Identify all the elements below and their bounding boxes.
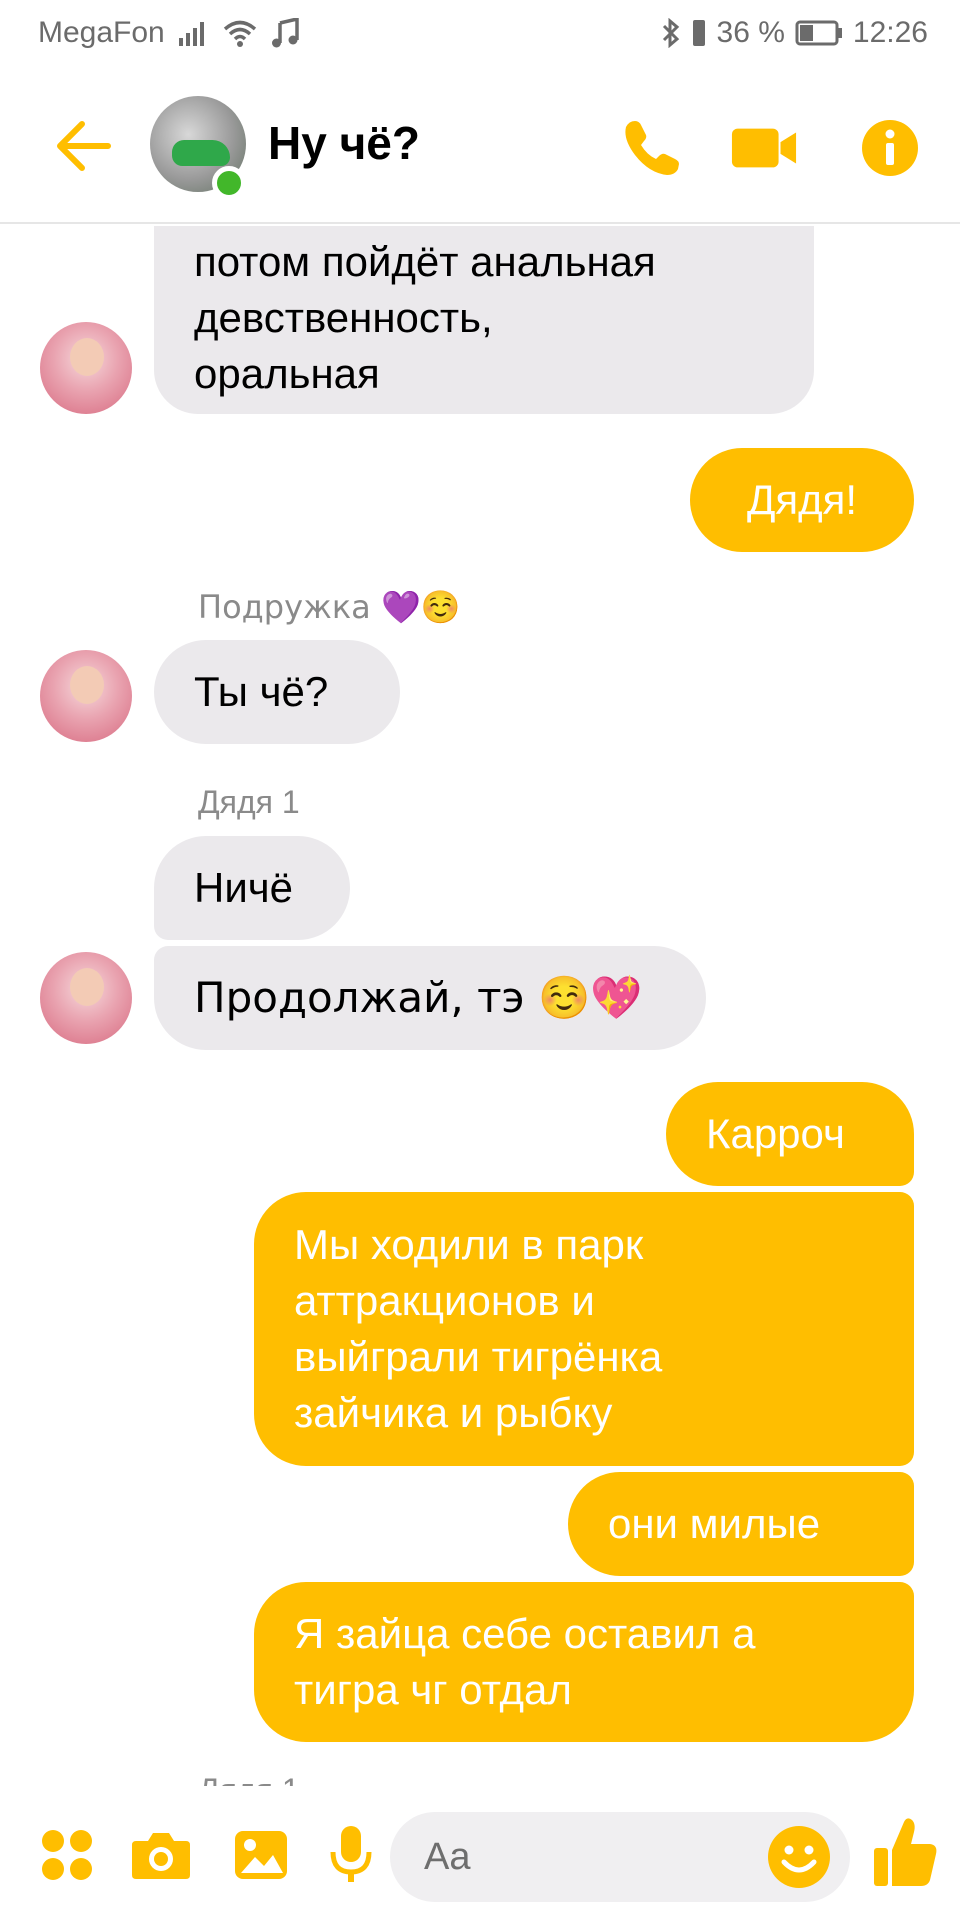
battery-percent: 36 % <box>716 16 785 49</box>
message-bubble-outgoing[interactable]: Мы ходили в парк аттракционов и выйграли… <box>254 1192 914 1466</box>
message-bubble-outgoing[interactable]: Я зайца себе оставил а тигра чг отдал <box>254 1582 914 1742</box>
gallery-button[interactable] <box>230 1824 292 1886</box>
message-bubble-outgoing[interactable]: Дядя! <box>690 448 914 552</box>
status-bar: MegaFon 36 % 12:26 <box>0 0 960 66</box>
chat-title[interactable]: Ну чё? <box>268 116 420 170</box>
thumbs-up-icon <box>874 1818 937 1886</box>
video-camera-icon <box>731 128 797 168</box>
message-bubble-outgoing[interactable]: Карроч <box>666 1082 914 1186</box>
music-icon <box>271 18 299 48</box>
message-text: Продолжай, тэ ☺️💖 <box>194 973 643 1022</box>
clock: 12:26 <box>852 16 928 49</box>
message-bubble-incoming[interactable]: потом пойдёт анальная девственность, ора… <box>154 226 814 414</box>
message-text: потом пойдёт анальная девственность, ора… <box>194 238 656 397</box>
voice-button[interactable] <box>320 1824 382 1886</box>
sender-name: Подружка 💜☺️ <box>198 588 461 626</box>
sender-name: Дядя 1 <box>198 1772 300 1786</box>
message-bubble-outgoing[interactable]: они милые <box>568 1472 914 1576</box>
message-text: Я зайца себе оставил а тигра чг отдал <box>294 1610 756 1713</box>
message-text: Дядя! <box>746 476 858 523</box>
composer-bar <box>0 1786 960 1920</box>
message-text: Мы ходили в парк аттракционов и выйграли… <box>294 1221 663 1436</box>
message-bubble-incoming[interactable]: Ничё <box>154 836 350 940</box>
video-call-button[interactable] <box>730 114 798 182</box>
sender-avatar[interactable] <box>40 650 132 742</box>
sender-name: Дядя 1 <box>198 784 300 820</box>
carrier-name: MegaFon <box>38 16 165 49</box>
bluetooth-icon <box>661 18 681 48</box>
battery-icon <box>795 20 843 46</box>
apps-grid-icon <box>42 1830 92 1880</box>
message-bubble-incoming[interactable]: Ты чё? <box>154 640 400 744</box>
chat-header: Ну чё? <box>0 66 960 224</box>
emoji-icon <box>768 1826 830 1888</box>
phone-icon <box>625 121 679 175</box>
message-text: Ты чё? <box>194 668 329 715</box>
info-button[interactable] <box>856 114 924 182</box>
wifi-icon <box>223 19 257 47</box>
camera-icon <box>132 1833 190 1879</box>
call-button[interactable] <box>618 114 686 182</box>
sender-avatar[interactable] <box>40 322 132 414</box>
vibrate-icon <box>691 18 707 48</box>
message-text: они милые <box>608 1500 821 1547</box>
sender-avatar[interactable] <box>40 952 132 1044</box>
signal-icon <box>178 20 209 46</box>
back-button[interactable] <box>52 116 112 176</box>
info-icon <box>862 120 918 176</box>
camera-button[interactable] <box>130 1824 192 1886</box>
back-arrow-icon <box>57 121 111 171</box>
microphone-icon <box>330 1826 372 1882</box>
message-text: Карроч <box>706 1110 845 1157</box>
online-indicator <box>212 166 246 200</box>
like-button[interactable] <box>872 1816 940 1890</box>
emoji-button[interactable] <box>766 1824 832 1890</box>
apps-button[interactable] <box>36 1824 98 1886</box>
gallery-icon <box>235 1831 287 1879</box>
message-list[interactable]: потом пойдёт анальная девственность, ора… <box>0 226 960 1786</box>
message-text: Ничё <box>194 864 294 911</box>
message-bubble-incoming[interactable]: Продолжай, тэ ☺️💖 <box>154 946 706 1050</box>
